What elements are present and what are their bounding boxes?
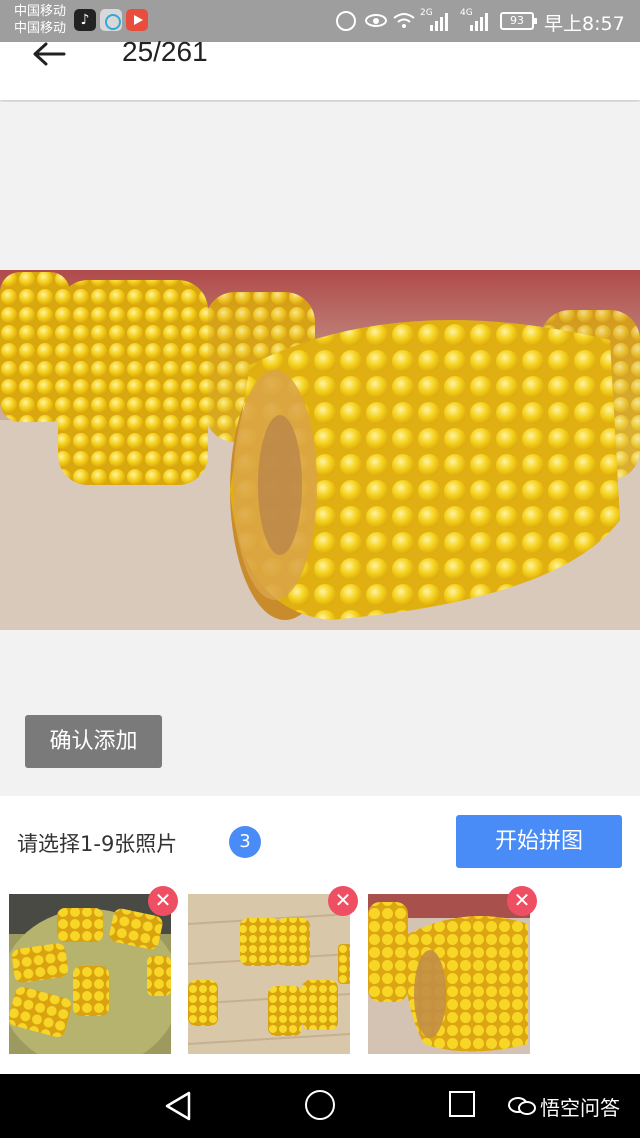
tiktok-icon: ♪ — [74, 9, 96, 31]
arrow-left-icon — [33, 42, 66, 66]
carrier-1: 中国移动 — [14, 4, 67, 19]
nav-recents-button[interactable] — [449, 1091, 475, 1117]
thumbnail-3[interactable] — [368, 894, 530, 1054]
music-icon — [100, 9, 122, 31]
net-label-2: 4G — [460, 8, 473, 18]
remove-thumbnail-3-button[interactable]: ✕ — [507, 886, 537, 916]
net-label-1: 2G — [420, 8, 433, 18]
battery-icon: 93 — [500, 12, 537, 30]
watermark-text: 悟空问答 — [540, 1096, 620, 1120]
carrier-info: 中国移动 中国移动 — [14, 3, 66, 37]
confirm-add-button[interactable]: 确认添加 — [25, 715, 162, 768]
start-collage-button[interactable]: 开始拼图 — [456, 815, 622, 868]
thumbnail-2[interactable] — [188, 894, 350, 1054]
eye-icon — [365, 14, 387, 27]
carrier-2: 中国移动 — [14, 21, 67, 36]
selected-count-badge: 3 — [229, 826, 261, 858]
alarm-icon — [336, 11, 356, 31]
video-icon — [126, 9, 148, 31]
selection-panel: 请选择1-9张照片 3 开始拼图 ✕ ✕ ✕ — [0, 796, 640, 1074]
wukong-logo-icon — [508, 1097, 536, 1115]
system-navigation-bar: 悟空问答 — [0, 1074, 640, 1138]
clock: 早上8:57 — [544, 13, 625, 35]
thumbnail-1[interactable] — [9, 894, 171, 1054]
back-button[interactable] — [32, 42, 72, 66]
remove-thumbnail-1-button[interactable]: ✕ — [148, 886, 178, 916]
app-header: 25/261 — [0, 36, 640, 100]
main-photo[interactable] — [0, 270, 640, 630]
nav-home-button[interactable] — [305, 1090, 335, 1120]
photo-preview: 确认添加 — [0, 102, 640, 796]
remove-thumbnail-2-button[interactable]: ✕ — [328, 886, 358, 916]
selection-hint: 请选择1-9张照片 — [17, 832, 178, 856]
photo-counter: 25/261 — [122, 36, 208, 67]
nav-back-button[interactable] — [163, 1090, 193, 1122]
status-bar: 中国移动 中国移动 ♪ 2G 4G 93 早上8:57 — [0, 0, 640, 42]
